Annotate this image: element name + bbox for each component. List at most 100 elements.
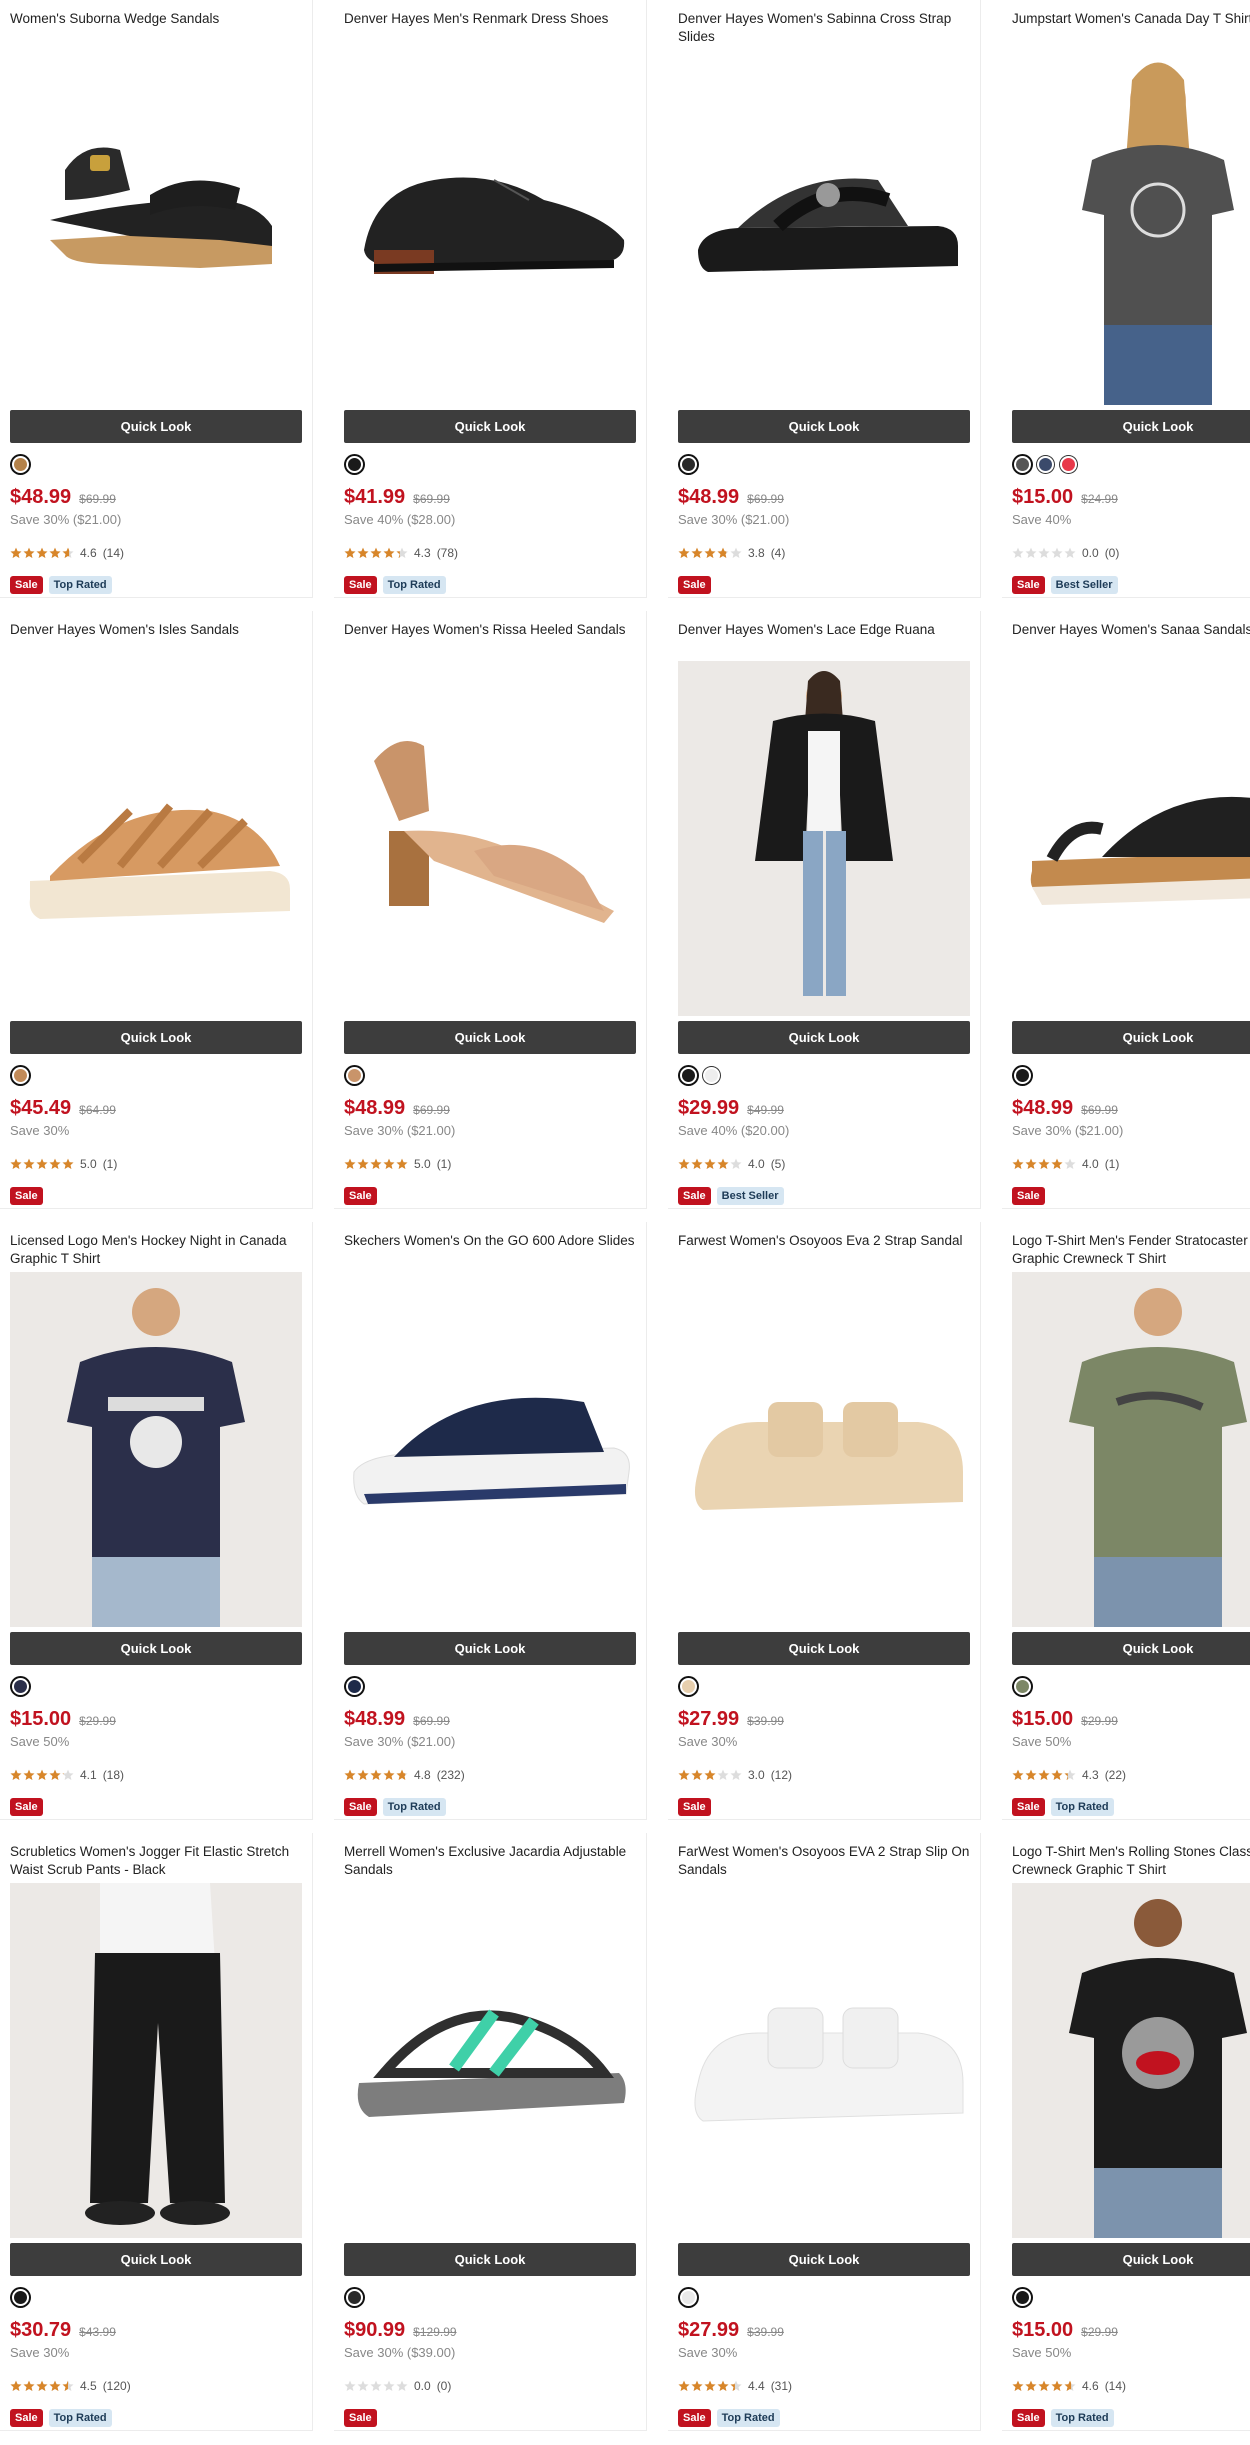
product-card[interactable]: Licensed Logo Men's Hockey Night in Cana…: [0, 1222, 313, 1820]
color-swatch[interactable]: [680, 1678, 697, 1695]
product-image[interactable]: [678, 1272, 970, 1627]
product-title[interactable]: Scrubletics Women's Jogger Fit Elastic S…: [10, 1843, 320, 1879]
product-title[interactable]: Skechers Women's On the GO 600 Adore Sli…: [344, 1232, 654, 1250]
rating[interactable]: 4.6 (14): [10, 546, 124, 560]
product-title[interactable]: Farwest Women's Osoyoos Eva 2 Strap Sand…: [678, 1232, 988, 1250]
product-image[interactable]: [344, 50, 636, 405]
product-image[interactable]: [344, 1272, 636, 1627]
product-image[interactable]: [10, 661, 302, 1016]
color-swatch[interactable]: [1060, 456, 1077, 473]
product-image[interactable]: [10, 50, 302, 405]
rating[interactable]: 4.1 (18): [10, 1768, 124, 1782]
color-swatch[interactable]: [12, 1678, 29, 1695]
color-swatch[interactable]: [1037, 456, 1054, 473]
quick-look-button[interactable]: Quick Look: [344, 2243, 636, 2276]
product-card[interactable]: Denver Hayes Women's Rissa Heeled Sandal…: [334, 611, 647, 1209]
quick-look-button[interactable]: Quick Look: [678, 1021, 970, 1054]
quick-look-button[interactable]: Quick Look: [678, 2243, 970, 2276]
product-card[interactable]: Logo T-Shirt Men's Fender Stratocaster V…: [1002, 1222, 1250, 1820]
product-title[interactable]: Jumpstart Women's Canada Day T Shirt: [1012, 10, 1250, 28]
quick-look-button[interactable]: Quick Look: [1012, 1632, 1250, 1665]
savings-text: Save 30%: [678, 2345, 738, 2360]
product-title[interactable]: Denver Hayes Men's Renmark Dress Shoes: [344, 10, 654, 28]
rating[interactable]: 4.4 (31): [678, 2379, 792, 2393]
product-image[interactable]: [678, 1883, 970, 2238]
product-card[interactable]: Merrell Women's Exclusive Jacardia Adjus…: [334, 1833, 647, 2431]
quick-look-button[interactable]: Quick Look: [344, 1021, 636, 1054]
product-image[interactable]: [1012, 661, 1250, 1016]
rating[interactable]: 4.6 (14): [1012, 2379, 1126, 2393]
product-image[interactable]: [344, 661, 636, 1016]
product-card[interactable]: Women's Suborna Wedge Sandals Quick Look…: [0, 0, 313, 598]
product-card[interactable]: Denver Hayes Women's Isles Sandals Quick…: [0, 611, 313, 1209]
product-card[interactable]: Scrubletics Women's Jogger Fit Elastic S…: [0, 1833, 313, 2431]
product-card[interactable]: Denver Hayes Women's Sanaa Sandals Quick…: [1002, 611, 1250, 1209]
product-image[interactable]: [678, 661, 970, 1016]
product-card[interactable]: Logo T-Shirt Men's Rolling Stones Classi…: [1002, 1833, 1250, 2431]
color-swatch[interactable]: [1014, 456, 1031, 473]
rating[interactable]: 4.3 (78): [344, 546, 458, 560]
color-swatch[interactable]: [12, 2289, 29, 2306]
rating[interactable]: 0.0 (0): [344, 2379, 451, 2393]
product-image[interactable]: [1012, 50, 1250, 405]
product-image[interactable]: [1012, 1883, 1250, 2238]
product-title[interactable]: Denver Hayes Women's Isles Sandals: [10, 621, 320, 639]
quick-look-button[interactable]: Quick Look: [1012, 1021, 1250, 1054]
product-title[interactable]: Licensed Logo Men's Hockey Night in Cana…: [10, 1232, 320, 1268]
quick-look-button[interactable]: Quick Look: [10, 2243, 302, 2276]
product-title[interactable]: Denver Hayes Women's Lace Edge Ruana: [678, 621, 988, 639]
product-image[interactable]: [678, 50, 970, 405]
rating[interactable]: 4.0 (1): [1012, 1157, 1119, 1171]
product-card[interactable]: FarWest Women's Osoyoos EVA 2 Strap Slip…: [668, 1833, 981, 2431]
color-swatch[interactable]: [12, 456, 29, 473]
color-swatch[interactable]: [680, 456, 697, 473]
product-image[interactable]: [10, 1883, 302, 2238]
color-swatch[interactable]: [703, 1067, 720, 1084]
quick-look-button[interactable]: Quick Look: [1012, 410, 1250, 443]
color-swatch[interactable]: [346, 1067, 363, 1084]
product-title[interactable]: Denver Hayes Women's Sanaa Sandals: [1012, 621, 1250, 639]
rating[interactable]: 4.0 (5): [678, 1157, 785, 1171]
rating[interactable]: 3.0 (12): [678, 1768, 792, 1782]
rating[interactable]: 5.0 (1): [10, 1157, 117, 1171]
quick-look-button[interactable]: Quick Look: [344, 1632, 636, 1665]
color-swatch[interactable]: [346, 2289, 363, 2306]
color-swatch[interactable]: [12, 1067, 29, 1084]
rating[interactable]: 5.0 (1): [344, 1157, 451, 1171]
product-card[interactable]: Skechers Women's On the GO 600 Adore Sli…: [334, 1222, 647, 1820]
quick-look-button[interactable]: Quick Look: [678, 410, 970, 443]
rating[interactable]: 4.3 (22): [1012, 1768, 1126, 1782]
rating[interactable]: 0.0 (0): [1012, 546, 1119, 560]
product-card[interactable]: Denver Hayes Men's Renmark Dress Shoes Q…: [334, 0, 647, 598]
color-swatch[interactable]: [1014, 1678, 1031, 1695]
product-image[interactable]: [10, 1272, 302, 1627]
product-card[interactable]: Denver Hayes Women's Sabinna Cross Strap…: [668, 0, 981, 598]
color-swatch[interactable]: [346, 456, 363, 473]
rating[interactable]: 4.8 (232): [344, 1768, 465, 1782]
quick-look-button[interactable]: Quick Look: [678, 1632, 970, 1665]
color-swatch[interactable]: [346, 1678, 363, 1695]
color-swatch[interactable]: [680, 1067, 697, 1084]
product-card[interactable]: Farwest Women's Osoyoos Eva 2 Strap Sand…: [668, 1222, 981, 1820]
color-swatch[interactable]: [1014, 2289, 1031, 2306]
quick-look-button[interactable]: Quick Look: [344, 410, 636, 443]
product-card[interactable]: Denver Hayes Women's Lace Edge Ruana Qui…: [668, 611, 981, 1209]
quick-look-button[interactable]: Quick Look: [1012, 2243, 1250, 2276]
quick-look-button[interactable]: Quick Look: [10, 1632, 302, 1665]
product-image[interactable]: [1012, 1272, 1250, 1627]
product-title[interactable]: Merrell Women's Exclusive Jacardia Adjus…: [344, 1843, 654, 1879]
color-swatch[interactable]: [680, 2289, 697, 2306]
product-title[interactable]: Logo T-Shirt Men's Rolling Stones Classi…: [1012, 1843, 1250, 1879]
rating[interactable]: 3.8 (4): [678, 546, 785, 560]
product-title[interactable]: Women's Suborna Wedge Sandals: [10, 10, 320, 28]
product-title[interactable]: Denver Hayes Women's Sabinna Cross Strap…: [678, 10, 988, 46]
quick-look-button[interactable]: Quick Look: [10, 1021, 302, 1054]
product-title[interactable]: Logo T-Shirt Men's Fender Stratocaster V…: [1012, 1232, 1250, 1268]
product-image[interactable]: [344, 1883, 636, 2238]
product-title[interactable]: Denver Hayes Women's Rissa Heeled Sandal…: [344, 621, 654, 639]
product-card[interactable]: Jumpstart Women's Canada Day T Shirt Qui…: [1002, 0, 1250, 598]
rating[interactable]: 4.5 (120): [10, 2379, 131, 2393]
color-swatch[interactable]: [1014, 1067, 1031, 1084]
product-title[interactable]: FarWest Women's Osoyoos EVA 2 Strap Slip…: [678, 1843, 988, 1879]
quick-look-button[interactable]: Quick Look: [10, 410, 302, 443]
